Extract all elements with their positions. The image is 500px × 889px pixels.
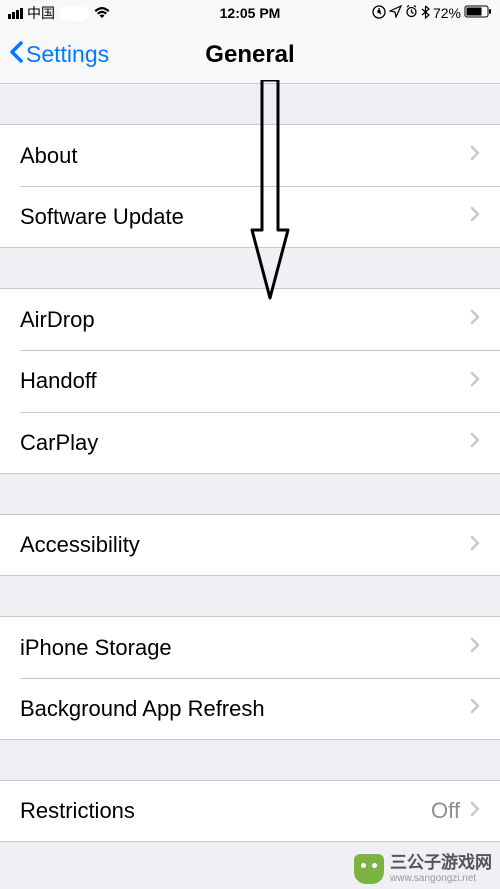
cell-carplay[interactable]: CarPlay — [0, 412, 500, 474]
group-accessibility: Accessibility — [0, 514, 500, 576]
chevron-right-icon — [470, 309, 480, 330]
status-time: 12:05 PM — [220, 5, 281, 21]
cell-label: AirDrop — [20, 307, 470, 333]
chevron-right-icon — [470, 698, 480, 719]
cell-iphone-storage[interactable]: iPhone Storage — [0, 616, 500, 678]
cell-label: Handoff — [20, 368, 470, 394]
signal-icon — [8, 8, 23, 19]
cell-label: Restrictions — [20, 798, 431, 824]
cell-label: CarPlay — [20, 430, 470, 456]
chevron-left-icon — [8, 40, 24, 70]
cell-label: Software Update — [20, 204, 470, 230]
back-label: Settings — [26, 41, 109, 68]
chevron-right-icon — [470, 535, 480, 556]
status-bar: 中国 12:05 PM 72% — [0, 0, 500, 26]
chevron-right-icon — [470, 801, 480, 822]
watermark: 三公子游戏网 www.sangongzi.net — [354, 854, 492, 884]
carrier-mask — [59, 6, 89, 21]
alarm-icon — [405, 5, 418, 21]
cell-value: Off — [431, 798, 460, 824]
status-left: 中国 — [8, 3, 111, 23]
status-right: 72% — [372, 5, 492, 22]
chevron-right-icon — [470, 371, 480, 392]
carrier-label: 中国 — [27, 3, 55, 23]
back-button[interactable]: Settings — [8, 40, 109, 70]
wifi-icon — [93, 5, 111, 22]
group-airdrop: AirDrop Handoff CarPlay — [0, 288, 500, 474]
page-title: General — [205, 41, 294, 69]
rotation-lock-icon — [372, 5, 386, 22]
cell-label: Accessibility — [20, 532, 470, 558]
nav-bar: Settings General — [0, 26, 500, 84]
cell-restrictions[interactable]: Restrictions Off — [0, 780, 500, 842]
location-icon — [389, 5, 402, 21]
robot-icon — [354, 854, 384, 884]
chevron-right-icon — [470, 432, 480, 453]
cell-handoff[interactable]: Handoff — [0, 350, 500, 412]
cell-about[interactable]: About — [0, 124, 500, 186]
battery-icon — [464, 5, 492, 21]
chevron-right-icon — [470, 206, 480, 227]
chevron-right-icon — [470, 637, 480, 658]
group-restrictions: Restrictions Off — [0, 780, 500, 842]
group-storage: iPhone Storage Background App Refresh — [0, 616, 500, 740]
cell-label: About — [20, 143, 470, 169]
watermark-sub: www.sangongzi.net — [390, 873, 476, 884]
bluetooth-icon — [421, 5, 430, 22]
cell-label: iPhone Storage — [20, 635, 470, 661]
cell-background-app-refresh[interactable]: Background App Refresh — [0, 678, 500, 740]
cell-label: Background App Refresh — [20, 696, 470, 722]
battery-percent: 72% — [433, 5, 461, 21]
chevron-right-icon — [470, 145, 480, 166]
cell-software-update[interactable]: Software Update — [0, 186, 500, 248]
cell-accessibility[interactable]: Accessibility — [0, 514, 500, 576]
group-about: About Software Update — [0, 124, 500, 248]
watermark-text: 三公子游戏网 — [390, 854, 492, 873]
cell-airdrop[interactable]: AirDrop — [0, 288, 500, 350]
